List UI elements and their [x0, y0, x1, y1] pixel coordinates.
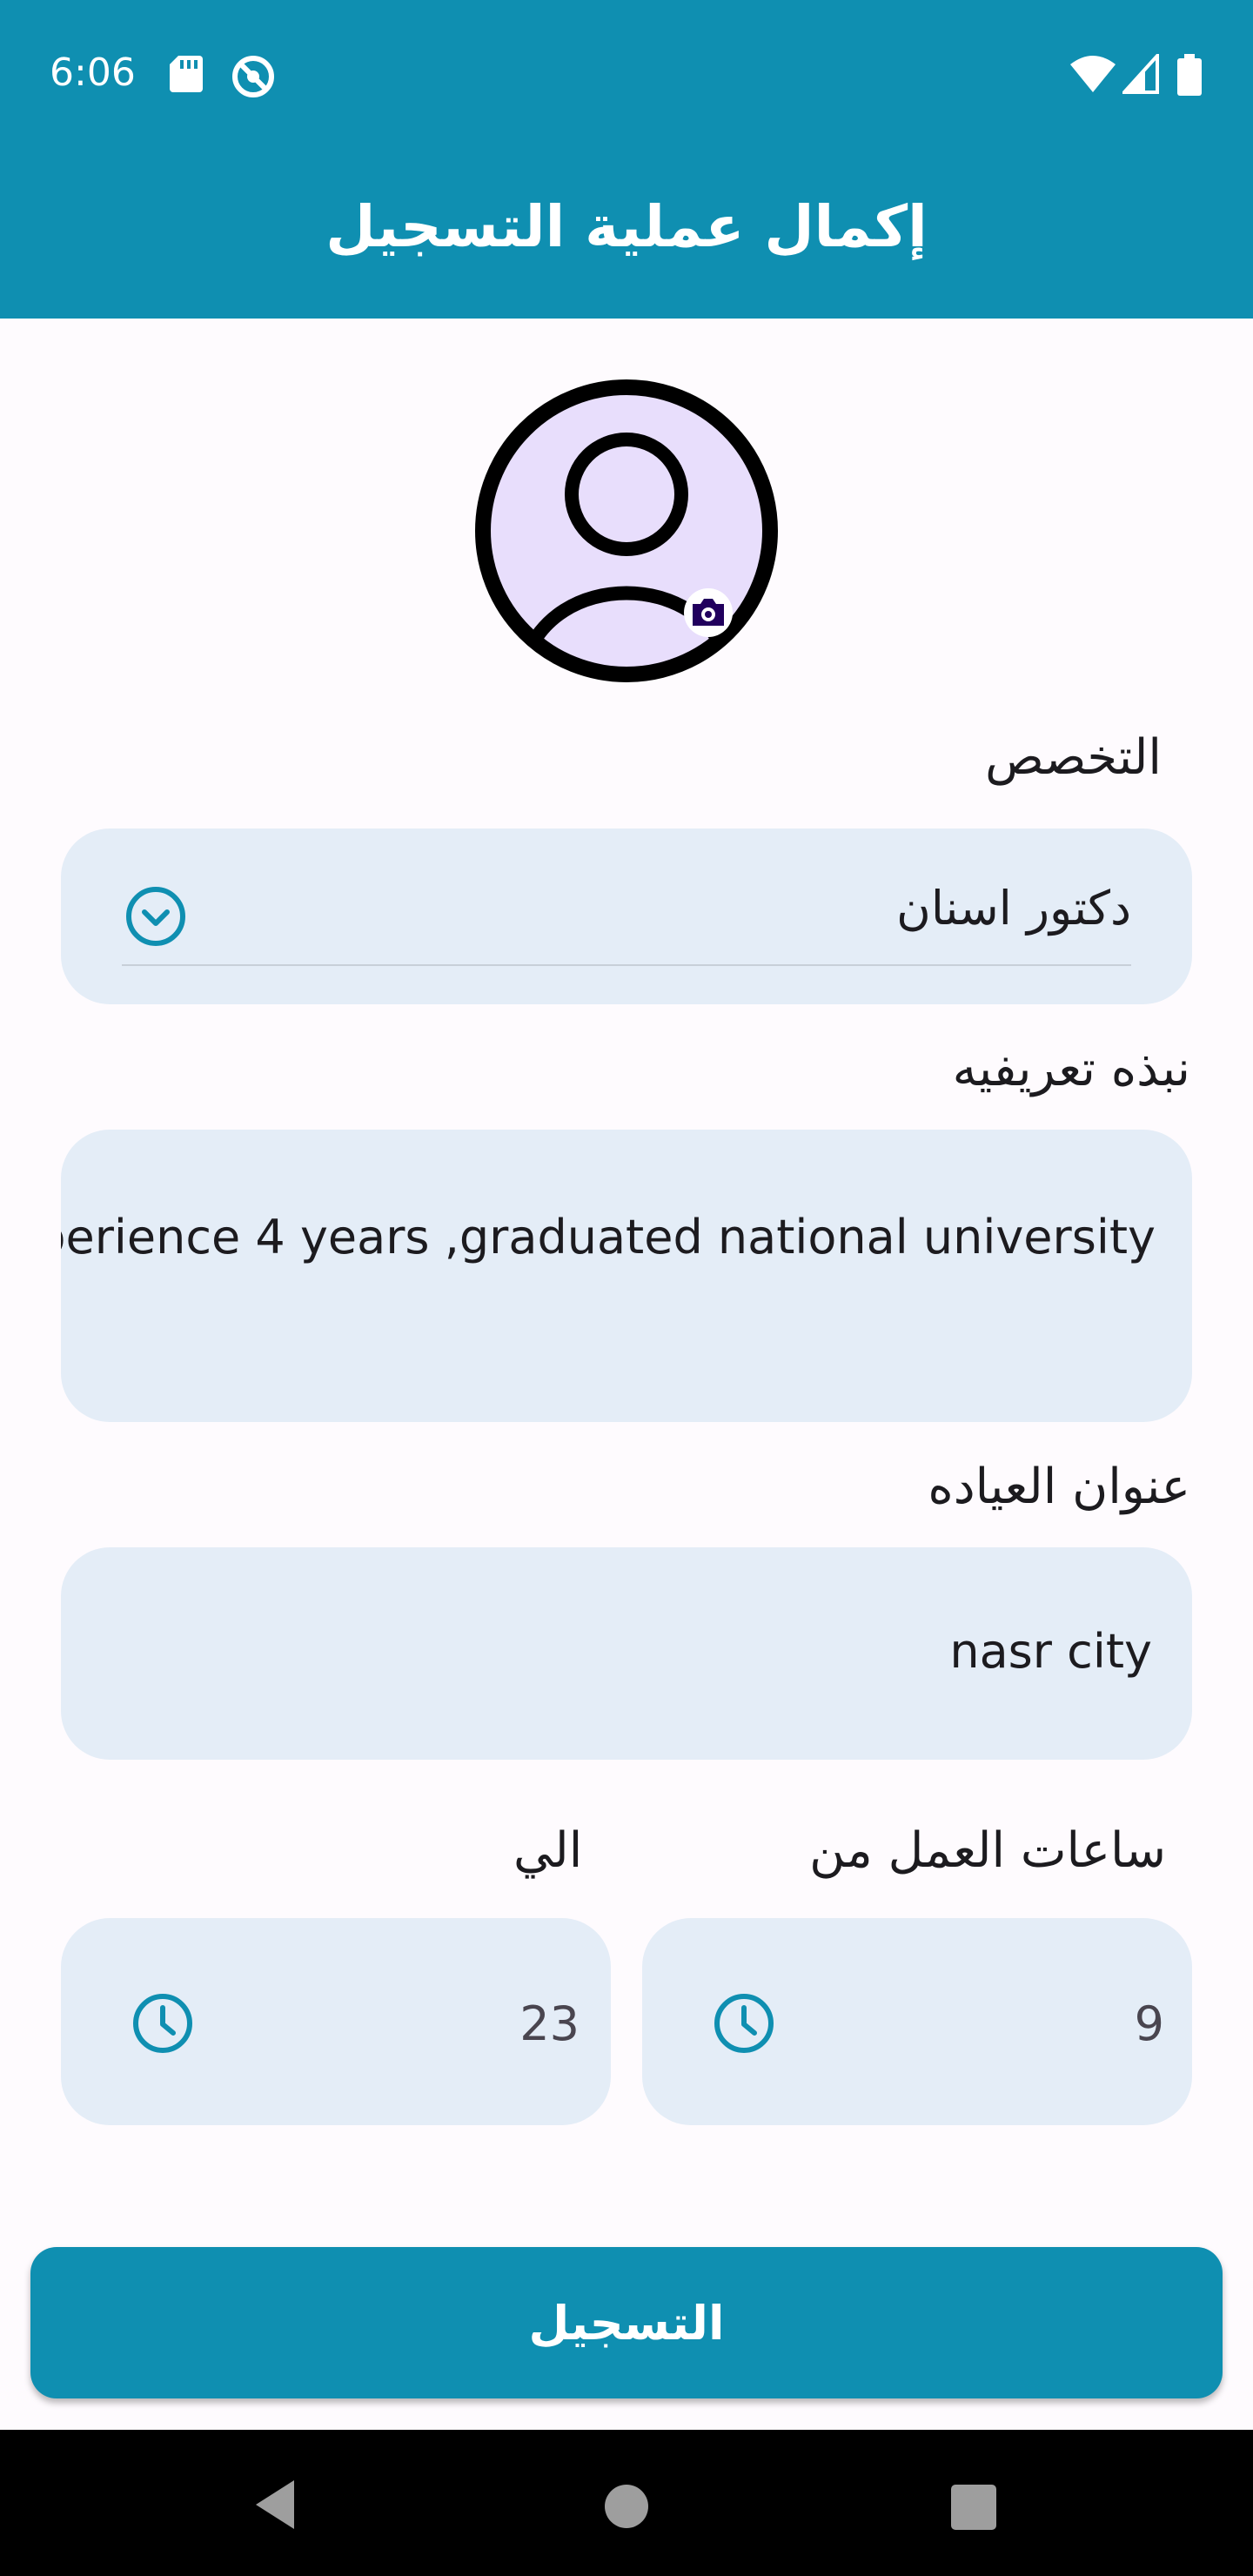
register-button[interactable]: التسجيل: [30, 2247, 1223, 2398]
hours-to-label: الي: [513, 1822, 583, 1879]
home-icon[interactable]: [604, 2484, 649, 2529]
clock-icon: [133, 1994, 192, 2053]
clinic-address-input[interactable]: nasr city: [61, 1547, 1192, 1760]
specialty-value: دكتور اسنان: [896, 881, 1131, 936]
back-icon[interactable]: [251, 2477, 301, 2532]
page-title: إكمال عملية التسجيل: [325, 193, 928, 260]
hours-to-input[interactable]: 23: [61, 1918, 611, 2125]
profile-photo-picker[interactable]: [474, 379, 779, 683]
status-time: 6:06: [50, 50, 136, 95]
signal-icon: [1122, 54, 1159, 94]
dropdown-underline: [122, 964, 1131, 966]
chevron-down-circle-icon[interactable]: [125, 886, 186, 947]
sd-card-icon: [170, 56, 203, 92]
specialty-dropdown[interactable]: دكتور اسنان: [61, 828, 1192, 1004]
register-button-label: التسجيل: [528, 2295, 725, 2351]
hours-from-label: ساعات العمل من: [809, 1822, 1166, 1879]
bio-textarea[interactable]: experience 4 years ,graduated national u…: [61, 1130, 1192, 1422]
app-bar: إكمال عملية التسجيل: [0, 148, 1253, 319]
system-nav-bar: [0, 2430, 1253, 2576]
clock-icon: [714, 1994, 774, 2053]
status-bar: 6:06: [0, 0, 1253, 148]
specialty-label: التخصص: [985, 729, 1162, 786]
clinic-address-value: nasr city: [949, 1624, 1152, 1679]
hours-from-value: 9: [1134, 1996, 1164, 2051]
location-off-icon: [232, 56, 274, 97]
battery-icon: [1177, 54, 1202, 96]
wifi-icon: [1070, 56, 1116, 92]
bio-label: نبذه تعريفيه: [952, 1041, 1190, 1097]
recents-icon[interactable]: [950, 2484, 997, 2531]
hours-to-value: 23: [519, 1996, 580, 2051]
person-icon: [475, 379, 778, 682]
bio-value: experience 4 years ,graduated national u…: [61, 1210, 1156, 1265]
camera-icon[interactable]: [684, 588, 733, 637]
hours-from-input[interactable]: 9: [642, 1918, 1192, 2125]
clinic-address-label: عنوان العياده: [928, 1459, 1190, 1515]
